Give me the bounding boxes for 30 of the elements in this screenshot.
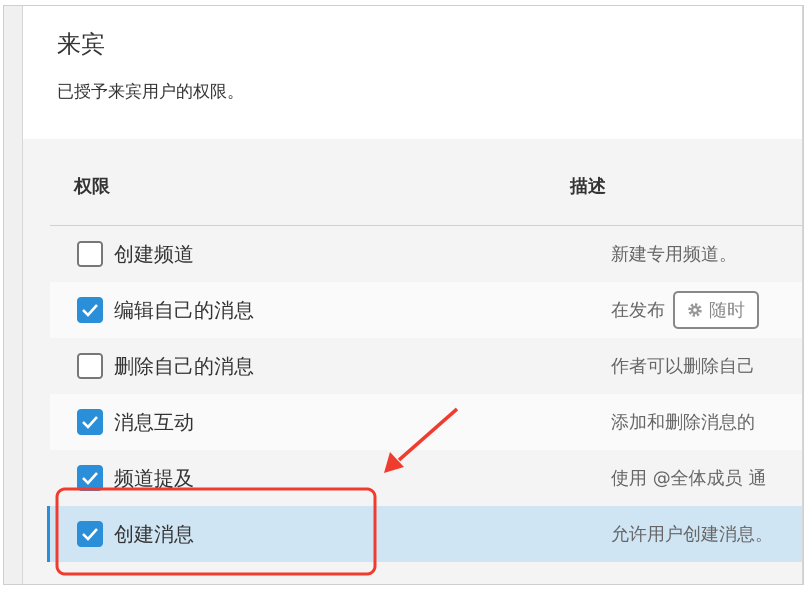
checkmark-icon [81,471,99,485]
permission-description: 新建专用频道。 [611,243,737,266]
permission-description: 使用 @全体成员 通 [611,467,766,490]
permission-description: 添加和删除消息的 [611,411,755,434]
checkmark-icon [81,303,99,317]
gear-icon [687,302,703,318]
table-row[interactable]: 消息互动 添加和删除消息的 [50,394,802,450]
checkbox[interactable] [77,353,103,379]
anytime-button[interactable]: 随时 [673,291,759,329]
checkbox[interactable] [77,241,103,267]
permission-description: 在发布 [611,299,665,322]
table-row[interactable]: 编辑自己的消息 在发布 随时 [50,282,802,338]
permission-label: 频道提及 [114,464,195,492]
table-row[interactable]: 创建消息 允许用户创建消息。 [50,506,802,562]
section-title: 来宾 [57,29,106,60]
checkbox[interactable] [77,521,103,547]
checkbox[interactable] [77,409,103,435]
section-subtitle: 已授予来宾用户的权限。 [57,81,245,103]
permission-label: 删除自己的消息 [114,352,255,380]
checkmark-icon [81,527,99,541]
permission-label: 创建消息 [114,520,195,548]
permission-label: 编辑自己的消息 [114,296,255,324]
permission-label: 创建频道 [114,240,195,268]
column-header: 描述 [570,175,606,198]
column-header: 权限 [72,175,111,198]
permission-description: 允许用户创建消息。 [611,523,773,546]
checkbox[interactable] [77,297,103,323]
checkmark-icon [81,415,99,429]
permission-label: 消息互动 [114,408,195,436]
permission-description: 作者可以删除自己 [611,355,755,378]
